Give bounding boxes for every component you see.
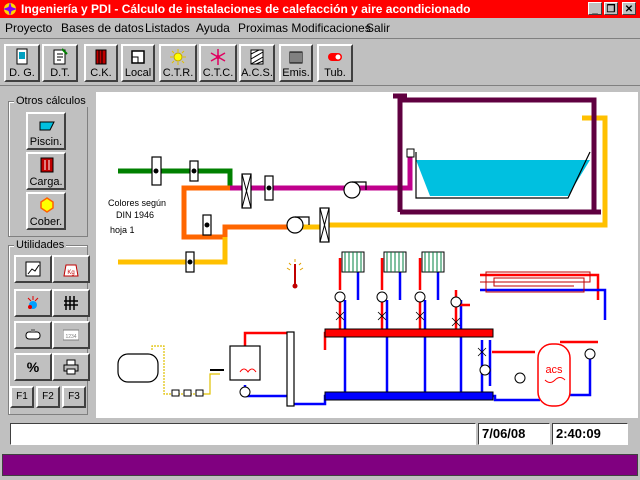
piscina-label: Piscin. (29, 136, 63, 148)
tank-icon (25, 329, 41, 340)
heater-icon (40, 157, 54, 173)
pool-water (416, 160, 590, 196)
percent-icon: % (27, 359, 40, 375)
graph-icon (25, 261, 41, 277)
color-note-line2: DIN 1946 (116, 210, 154, 220)
menu-bar: Proyecto Bases de datos Listados Ayuda P… (0, 18, 640, 38)
radiator-icon (95, 49, 107, 65)
carga-button[interactable]: Carga. (26, 152, 66, 190)
fan (286, 216, 304, 234)
close-button[interactable]: ✕ (622, 2, 636, 15)
title-bar: Ingeniería y PDI - Cálculo de instalacio… (0, 0, 640, 18)
footer-bar (2, 454, 638, 476)
cobertura-button[interactable]: Cober. (26, 192, 66, 230)
yellow-duct-low (118, 237, 228, 265)
pipe-icon (328, 53, 342, 61)
fuel-tank (117, 353, 159, 383)
toolbar-label: D.T. (50, 67, 70, 79)
diagram-svg: Colores según DIN 1946 hoja 1 acs (108, 93, 608, 407)
emitter-icon (289, 51, 303, 64)
graph-button[interactable] (14, 255, 52, 283)
toolbar-ctr-button[interactable]: C.T.R. (159, 44, 197, 82)
status-date: 7/06/08 (478, 423, 550, 445)
weight-button[interactable]: Kg (52, 255, 90, 283)
printer-button[interactable] (52, 353, 90, 381)
thermometer-button[interactable] (14, 289, 52, 317)
toolbar-ck-button[interactable]: C.K. (84, 44, 118, 82)
counter-icon: 1234 (63, 329, 79, 341)
f3-button[interactable]: F3 (62, 386, 86, 408)
weight-text: Kg (67, 270, 74, 276)
snowflake-icon (210, 49, 226, 65)
minimize-button[interactable]: _ (588, 2, 602, 15)
hydraulic-separator (286, 331, 295, 407)
carga-label: Carga. (29, 176, 63, 188)
cover-icon (40, 197, 54, 213)
status-message (10, 423, 476, 445)
toolbar-label: C.K. (90, 67, 112, 79)
counter-text: 1234 (65, 334, 76, 340)
percent-text: % (27, 359, 40, 375)
hydraulic-icon (64, 296, 78, 310)
radiators (341, 251, 445, 273)
toolbar-label: C.T.R. (162, 67, 194, 79)
weight-icon: Kg (63, 264, 79, 277)
boiler (229, 345, 261, 381)
menu-ayuda[interactable]: Ayuda (196, 21, 230, 35)
installation-diagram[interactable]: Colores según DIN 1946 hoja 1 acs (96, 92, 638, 418)
toolbar-label: Tub. (324, 67, 346, 79)
edit-document-icon (53, 48, 68, 65)
hatch-icon (250, 49, 264, 65)
percent-button[interactable]: % (14, 353, 52, 381)
toolbar-dg-button[interactable]: D. G. (4, 44, 40, 82)
color-note-line3: hoja 1 (110, 225, 135, 235)
supply-manifold (324, 328, 494, 338)
cobertura-label: Cober. (29, 216, 63, 228)
toolbar-emis-button[interactable]: Emis. (279, 44, 313, 82)
app-icon (3, 2, 17, 16)
pool-icon (39, 121, 55, 131)
menu-bases-de-datos[interactable]: Bases de datos (61, 21, 144, 35)
orange-duct (181, 185, 290, 240)
thermometer-icon (27, 296, 39, 309)
menu-proximas-modificaciones[interactable]: Proximas Modificaciones (238, 21, 371, 35)
f2-button[interactable]: F2 (36, 386, 60, 408)
color-note-line1: Colores según (108, 198, 166, 208)
window-title: Ingeniería y PDI - Cálculo de instalacio… (21, 2, 471, 16)
piscina-button[interactable]: Piscin. (26, 112, 66, 150)
printer-icon (63, 359, 79, 375)
toolbar-label: D. G. (9, 67, 35, 79)
menu-listados[interactable]: Listados (145, 21, 190, 35)
counter-button[interactable]: 1234 (52, 321, 90, 349)
acs-tank: acs (537, 343, 571, 407)
toolbar-dt-button[interactable]: D.T. (42, 44, 78, 82)
utilidades-title: Utilidades (14, 239, 67, 251)
hydraulic-button[interactable] (52, 289, 90, 317)
restore-button[interactable]: ❐ (604, 2, 618, 15)
pool-inlet (406, 148, 415, 158)
pool-room (393, 93, 601, 215)
toolbar-label: C.T.C. (202, 67, 234, 79)
toolbar: D. G. D.T. C.K. Local C.T.R. C.T.C. A.C.… (0, 38, 640, 86)
outdoor-sensor (286, 259, 304, 289)
f1-button[interactable]: F1 (10, 386, 34, 408)
toolbar-label: Local (124, 67, 152, 79)
otros-calculos-title: Otros cálculos (14, 95, 88, 107)
menu-salir[interactable]: Salir (366, 21, 390, 35)
document-icon (16, 48, 28, 65)
toolbar-tub-button[interactable]: Tub. (317, 44, 353, 82)
menu-proyecto[interactable]: Proyecto (5, 21, 52, 35)
toolbar-label: A.C.S. (241, 67, 273, 79)
fan (343, 181, 361, 199)
toolbar-acs-button[interactable]: A.C.S. (239, 44, 275, 82)
toolbar-ctc-button[interactable]: C.T.C. (199, 44, 237, 82)
room-icon (131, 50, 145, 64)
toolbar-label: Emis. (282, 67, 310, 79)
acs-tank-label: acs (545, 364, 563, 376)
status-time: 2:40:09 (552, 423, 628, 445)
sun-icon (170, 49, 186, 65)
tank-button[interactable] (14, 321, 52, 349)
return-manifold (324, 391, 494, 401)
toolbar-local-button[interactable]: Local (121, 44, 155, 82)
